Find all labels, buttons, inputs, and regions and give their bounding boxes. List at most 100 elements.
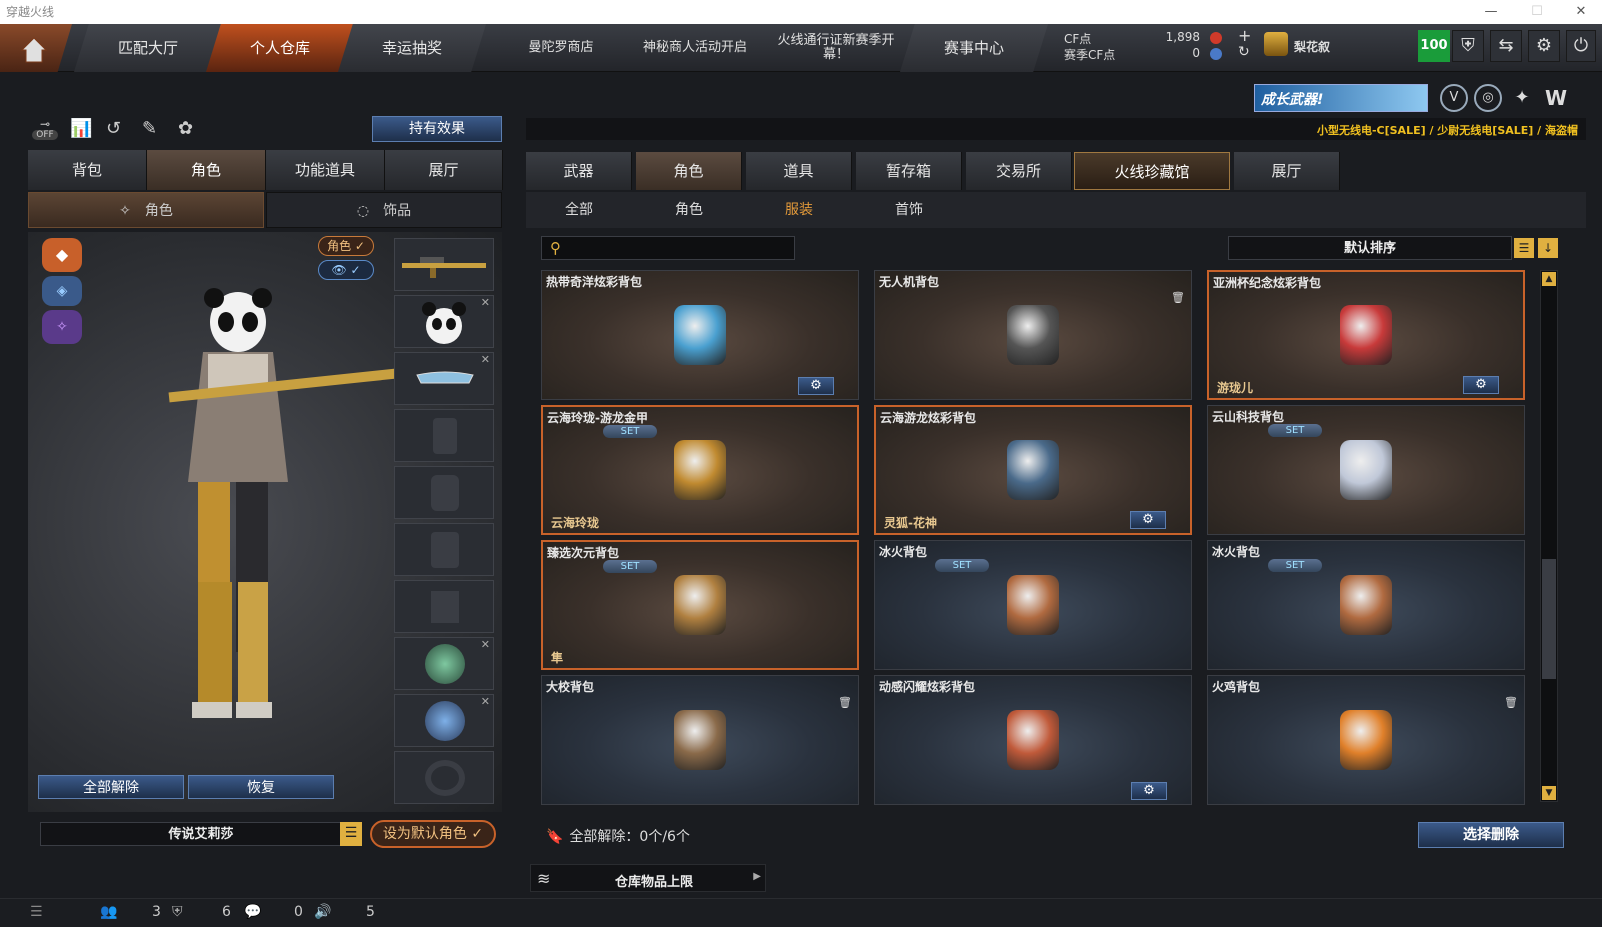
item-card[interactable]: 云海玲珑-游龙金甲 SET 云海玲珑 <box>541 405 859 535</box>
maximize-button[interactable]: ☐ <box>1514 0 1560 24</box>
pet-icon[interactable]: ✿ <box>178 118 202 142</box>
close-button[interactable]: ✕ <box>1558 0 1602 24</box>
clan-shield-icon[interactable]: ⛨ <box>172 904 183 920</box>
tab-roles[interactable]: 角色 <box>636 152 742 190</box>
item-card[interactable]: 动感闪耀炫彩背包 ⚙ <box>874 675 1192 805</box>
gear-icon[interactable]: ⚙ <box>1131 782 1167 800</box>
refresh-icon[interactable]: ↻ <box>1238 44 1250 60</box>
select-delete-button[interactable]: 选择删除 <box>1418 822 1564 848</box>
gear-icon[interactable]: ⚙ <box>1130 511 1166 529</box>
release-all-button[interactable]: 全部解除 <box>38 775 184 799</box>
item-card[interactable]: 热带奇洋炫彩背包 ⚙ <box>541 270 859 400</box>
speaker-icon[interactable]: 🔊 <box>314 904 331 920</box>
item-card[interactable]: 冰火背包 SET <box>1207 540 1525 670</box>
scroll-up-icon[interactable]: ▲ <box>1542 272 1556 286</box>
item-card[interactable]: 冰火背包 SET <box>874 540 1192 670</box>
tab-exchange[interactable]: 交易所 <box>966 152 1072 190</box>
subtab-role[interactable]: 角色 <box>636 196 742 224</box>
tab-items[interactable]: 道具 <box>746 152 852 190</box>
subtab-character[interactable]: ✧ 角色 <box>28 192 264 228</box>
slot-ring-2[interactable]: ✕ <box>394 694 494 747</box>
slot-ring-3[interactable] <box>394 751 494 804</box>
slot-weapon[interactable] <box>394 238 494 291</box>
scroll-thumb[interactable] <box>1542 559 1556 679</box>
add-cf-icon[interactable]: + <box>1238 26 1251 45</box>
role-badge[interactable]: 角色 ✓ <box>318 236 374 256</box>
slot-face[interactable]: ✕ <box>394 352 494 405</box>
sort-direction-icon[interactable]: ↓ <box>1538 238 1558 258</box>
item-card[interactable]: 云海游龙炫彩背包 灵狐-花神 ⚙ <box>874 405 1192 535</box>
sort-dropdown[interactable]: 默认排序 <box>1228 236 1512 260</box>
subtab-all[interactable]: 全部 <box>526 196 632 224</box>
tab-function-items[interactable]: 功能道具 <box>266 150 385 190</box>
slot-body[interactable] <box>394 409 494 462</box>
slot-ring-1[interactable]: ✕ <box>394 637 494 690</box>
tab-character[interactable]: 角色 <box>147 150 266 190</box>
eye-visibility-icon[interactable]: 👁 ✓ <box>318 260 374 280</box>
trash-icon[interactable]: 🗑 <box>1171 291 1185 305</box>
item-card[interactable]: 云山科技背包 SET <box>1207 405 1525 535</box>
eagle-emblem-icon[interactable]: ◆ <box>42 238 82 272</box>
set-default-character-button[interactable]: 设为默认角色 ✓ <box>370 820 496 848</box>
remove-icon[interactable]: ✕ <box>481 296 490 309</box>
toggle-icon[interactable]: ⊸ OFF <box>32 118 58 142</box>
storage-limit-bar[interactable]: ≋ 仓库物品上限 ▶ <box>530 864 766 892</box>
trash-icon[interactable]: 🗑 <box>1504 696 1518 710</box>
tab-weapons[interactable]: 武器 <box>526 152 632 190</box>
tab-showroom[interactable]: 展厅 <box>385 150 503 190</box>
tab-match-lobby[interactable]: 匹配大厅 <box>74 24 222 72</box>
search-input[interactable] <box>572 239 792 257</box>
slot-head[interactable]: ✕ <box>394 295 494 348</box>
item-card[interactable]: 无人机背包 🗑 <box>874 270 1192 400</box>
medal-icon[interactable]: V <box>1440 84 1468 112</box>
item-card[interactable]: 火鸡背包 🗑 <box>1207 675 1525 805</box>
subtab-outfit[interactable]: 服装 <box>746 196 852 224</box>
scrollbar[interactable]: ▲ ▼ <box>1540 270 1558 802</box>
gear-icon[interactable]: ⚙ <box>798 377 834 395</box>
wings-emblem-icon[interactable]: ◈ <box>42 276 82 306</box>
bird-emblem-icon[interactable]: ✧ <box>42 310 82 344</box>
friends-icon[interactable]: 👥 <box>100 904 117 920</box>
list-view-icon[interactable]: ☰ <box>1514 238 1534 258</box>
subtab-jewelry[interactable]: 首饰 <box>856 196 962 224</box>
list-icon[interactable]: ☰ <box>30 904 43 920</box>
w-logo-icon[interactable]: W <box>1542 84 1570 112</box>
tab-showroom-right[interactable]: 展厅 <box>1234 152 1340 190</box>
nav-shop-link[interactable]: 曼陀罗商店 <box>508 24 614 72</box>
minimize-button[interactable]: — <box>1468 0 1514 24</box>
gear-icon[interactable]: ⚙ <box>1528 30 1560 62</box>
chat-icon[interactable]: 💬 <box>244 904 261 920</box>
tab-collection[interactable]: 火线珍藏馆 <box>1074 152 1230 190</box>
tab-backpack[interactable]: 背包 <box>28 150 147 190</box>
promo-banner[interactable]: 成长武器! <box>1254 84 1428 112</box>
globe-icon[interactable]: ◎ <box>1474 84 1502 112</box>
exit-room-icon[interactable]: ⇆ <box>1490 30 1522 62</box>
tab-lucky-draw[interactable]: 幸运抽奖 <box>338 24 486 72</box>
paint-icon[interactable]: ✎ <box>142 118 166 142</box>
slot-armor[interactable] <box>394 523 494 576</box>
nav-event-pass[interactable]: 火线通行证新赛季开幕！ <box>774 24 898 72</box>
restore-button[interactable]: 恢复 <box>188 775 334 799</box>
slot-back[interactable] <box>394 466 494 519</box>
nav-event-merchant[interactable]: 神秘商人活动开启 <box>630 24 760 72</box>
gift-icon[interactable]: ✦ <box>1508 84 1536 112</box>
trash-icon[interactable]: 🗑 <box>838 696 852 710</box>
item-card[interactable]: 臻选次元背包 SET 隼 <box>541 540 859 670</box>
slot-legs[interactable] <box>394 580 494 633</box>
subtab-accessory[interactable]: ◌ 饰品 <box>266 192 502 228</box>
gear-icon[interactable]: ⚙ <box>1463 376 1499 394</box>
menu-icon[interactable]: ☰ <box>340 822 362 846</box>
shield-icon[interactable]: ⛨ <box>1452 30 1484 62</box>
tab-match-center[interactable]: 赛事中心 <box>900 24 1048 72</box>
power-icon[interactable]: ⏻ <box>1566 30 1596 62</box>
remove-icon[interactable]: ✕ <box>481 638 490 651</box>
remove-icon[interactable]: ✕ <box>481 353 490 366</box>
tab-temp-box[interactable]: 暂存箱 <box>856 152 962 190</box>
tab-personal-warehouse[interactable]: 个人仓库 <box>206 24 354 72</box>
effect-button[interactable]: 持有效果 <box>372 116 502 142</box>
search-box[interactable]: ⚲ <box>541 236 795 260</box>
history-icon[interactable]: ↺ <box>106 118 130 142</box>
scroll-down-icon[interactable]: ▼ <box>1542 786 1556 800</box>
item-card[interactable]: 亚洲杯纪念炫彩背包 游珑儿 ⚙ <box>1207 270 1525 400</box>
item-card[interactable]: 大校背包 🗑 <box>541 675 859 805</box>
